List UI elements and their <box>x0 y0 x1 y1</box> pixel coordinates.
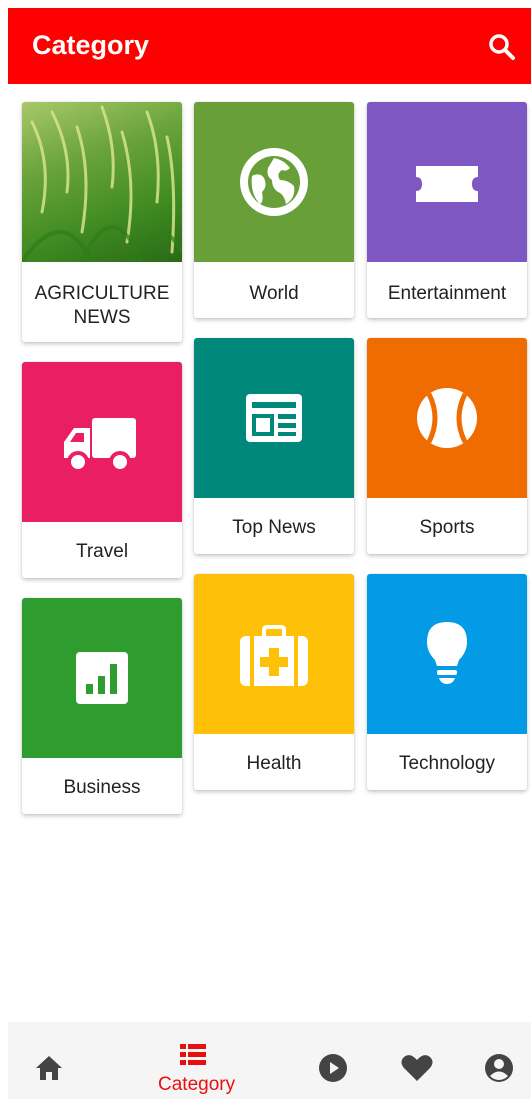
tile-health <box>194 574 354 734</box>
lightbulb-icon <box>427 622 467 684</box>
truck-icon <box>64 418 136 473</box>
medical-kit-icon <box>240 625 308 686</box>
category-list-icon[interactable] <box>180 1044 206 1066</box>
tile-technology <box>367 574 527 734</box>
category-label: Sports <box>419 517 475 538</box>
nav-label-category[interactable]: Category <box>158 1074 235 1096</box>
category-card-travel[interactable]: Travel <box>22 362 182 578</box>
play-icon[interactable] <box>318 1053 348 1083</box>
category-label: Top News <box>232 517 316 538</box>
category-card-world[interactable]: World <box>194 102 354 318</box>
category-label: Entertainment <box>387 283 507 304</box>
category-label: AGRICULTURE NEWS <box>34 283 170 328</box>
tile-world <box>194 102 354 262</box>
category-label: Business <box>63 777 141 798</box>
tile-travel <box>22 362 182 522</box>
category-card-top-news[interactable]: Top News <box>194 338 354 554</box>
category-label: Health <box>246 753 302 774</box>
newspaper-icon <box>246 394 302 442</box>
account-icon[interactable] <box>484 1053 514 1083</box>
bottom-navigation: Category <box>8 1022 531 1099</box>
category-card-business[interactable]: Business <box>22 598 182 814</box>
tile-sports <box>367 338 527 498</box>
category-card-health[interactable]: Health <box>194 574 354 790</box>
bar-chart-icon <box>76 652 128 704</box>
page-title: Category <box>32 30 150 60</box>
globe-icon <box>240 148 308 216</box>
rice-field-photo <box>22 102 182 262</box>
home-icon[interactable] <box>34 1054 64 1082</box>
baseball-icon <box>417 388 477 448</box>
tile-business <box>22 598 182 758</box>
category-card-technology[interactable]: Technology <box>367 574 527 790</box>
heart-icon[interactable] <box>401 1054 433 1082</box>
category-card-entertainment[interactable]: Entertainment <box>367 102 527 318</box>
tile-entertainment <box>367 102 527 262</box>
category-card-sports[interactable]: Sports <box>367 338 527 554</box>
category-label: Technology <box>398 753 496 774</box>
search-icon[interactable] <box>487 32 517 62</box>
category-label: Travel <box>75 541 129 562</box>
category-card-agriculture[interactable]: AGRICULTURE NEWS <box>22 102 182 342</box>
tile-top-news <box>194 338 354 498</box>
ticket-icon <box>416 166 478 202</box>
category-label: World <box>249 283 299 304</box>
app-bar: Category <box>8 8 531 84</box>
